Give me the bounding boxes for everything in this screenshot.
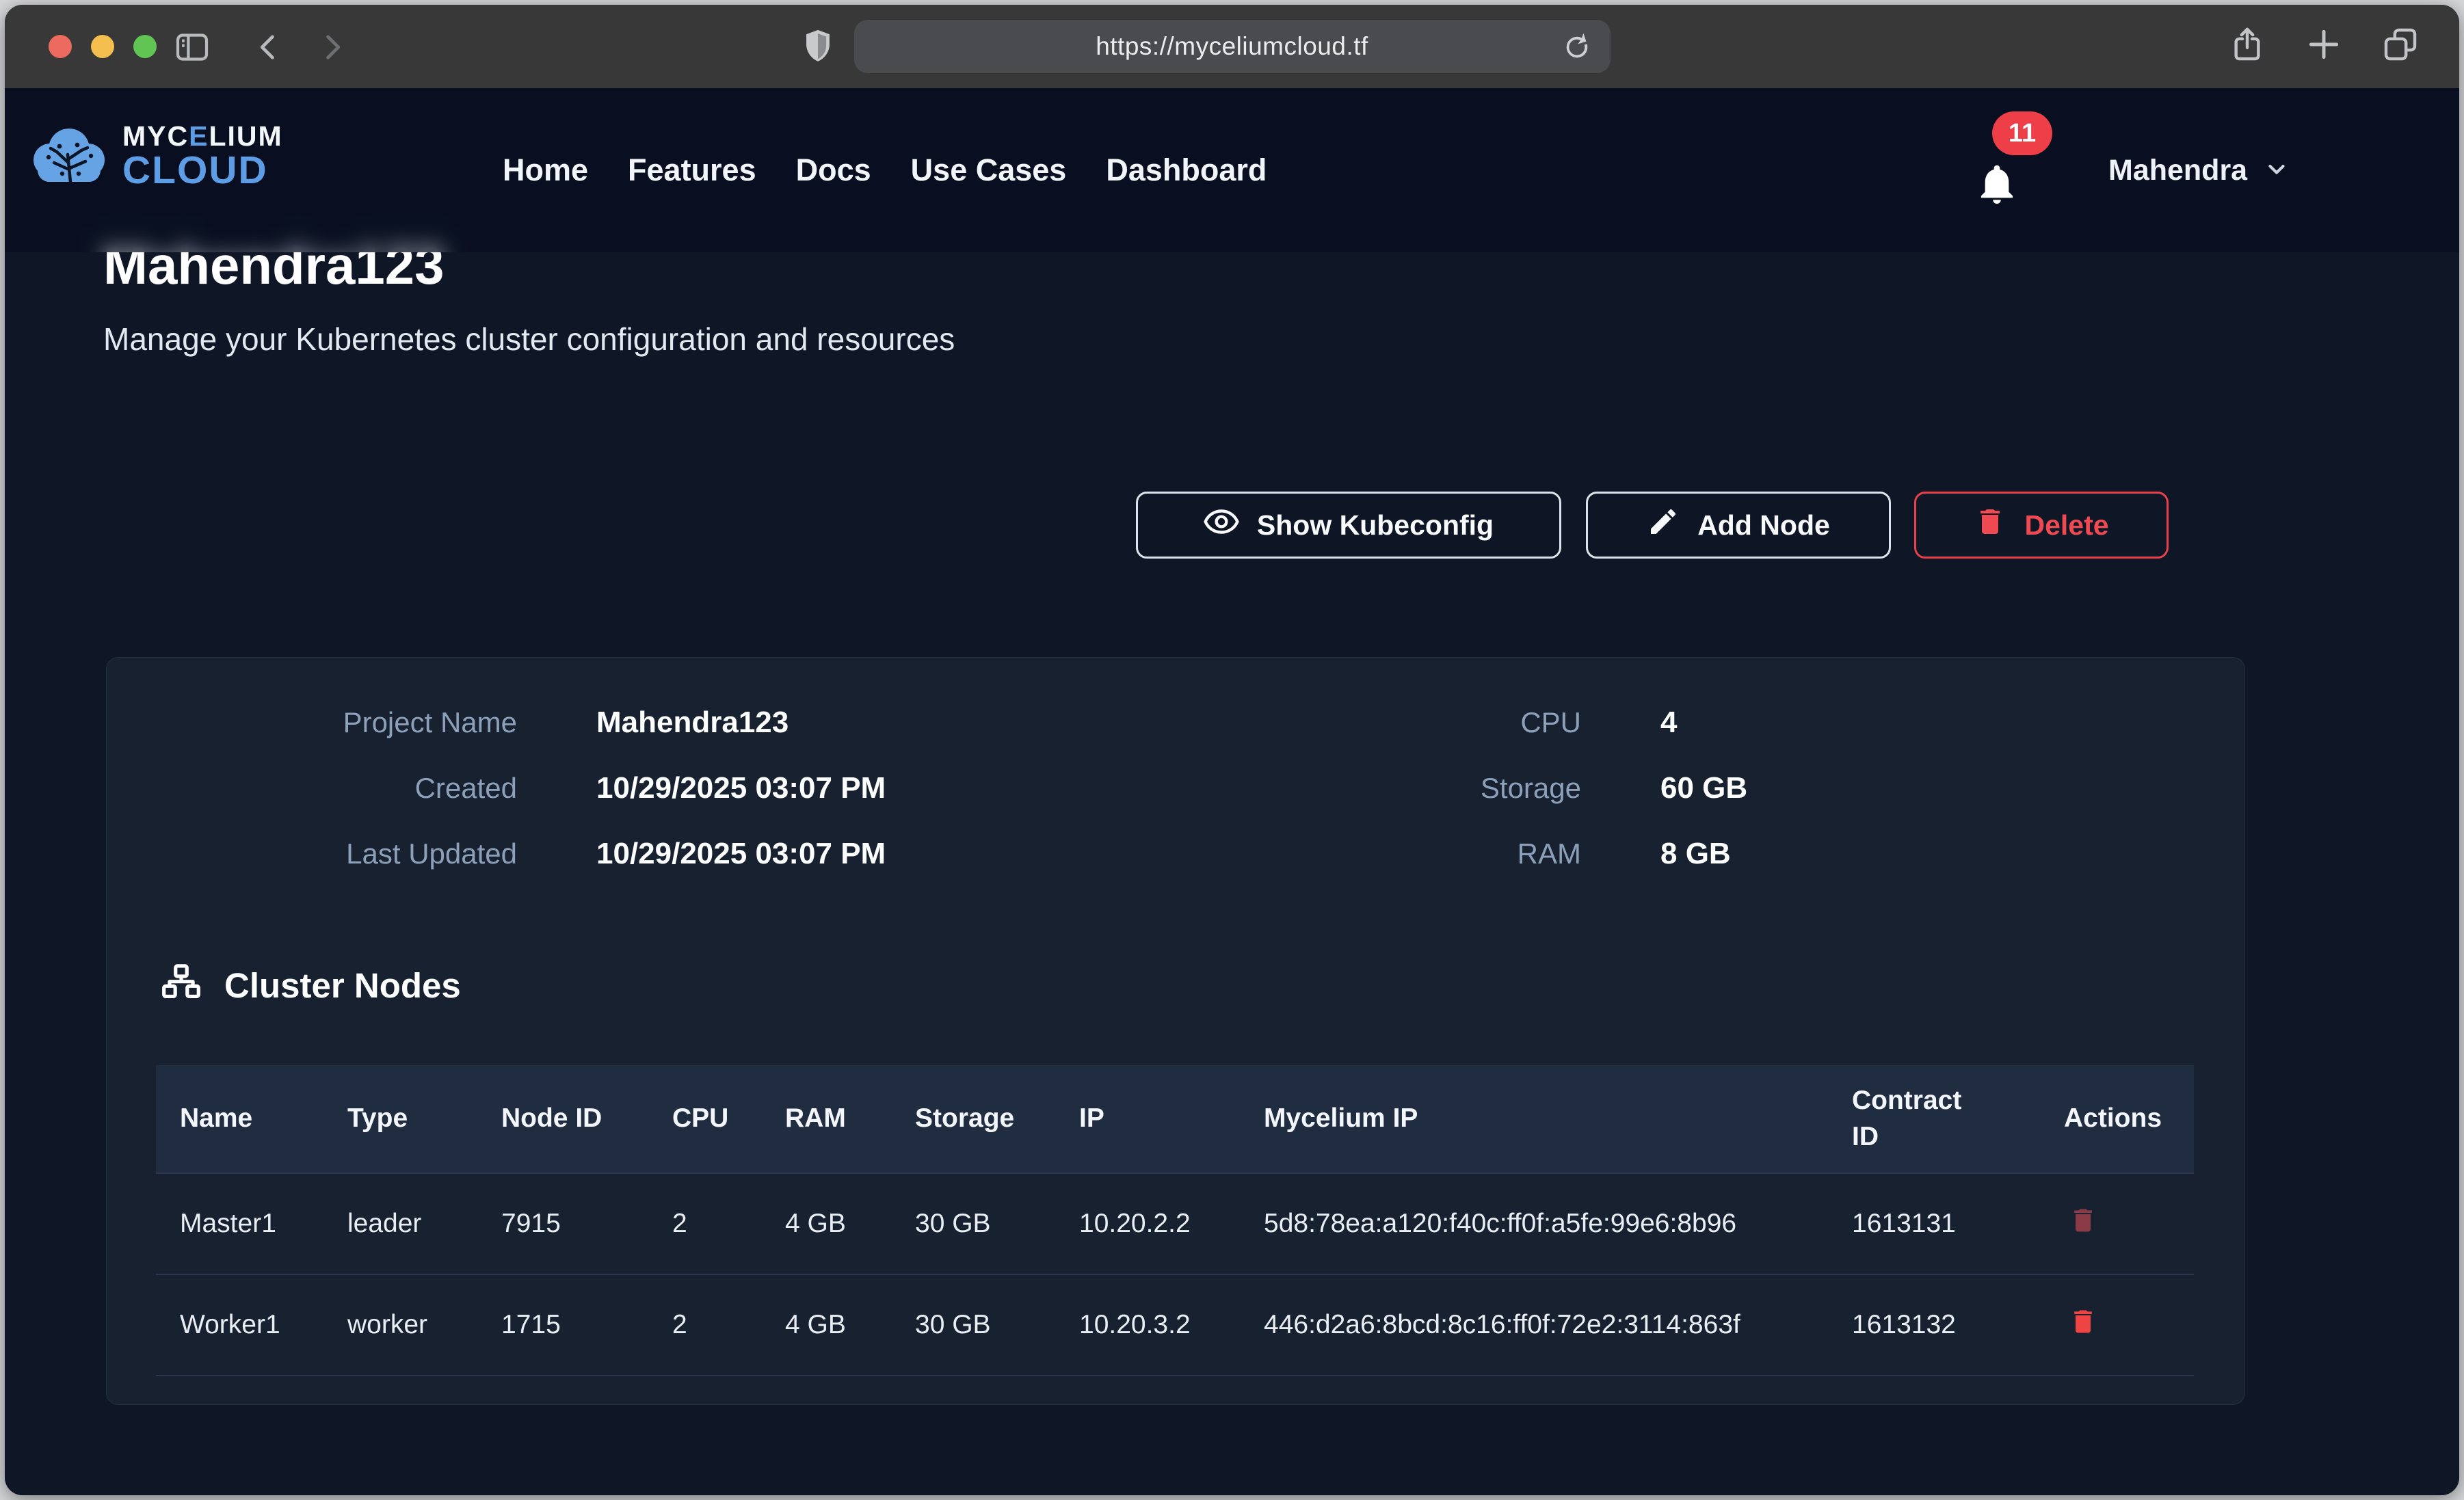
zoom-window-icon[interactable] bbox=[133, 35, 157, 58]
cell-contract-id: 1613131 bbox=[1828, 1173, 2040, 1274]
col-actions: Actions bbox=[2040, 1065, 2194, 1173]
ram-label: RAM bbox=[1369, 838, 1581, 870]
page-title-blurred: Mahendra123 bbox=[103, 235, 445, 252]
col-storage: Storage bbox=[891, 1065, 1055, 1173]
new-tab-icon[interactable] bbox=[2305, 25, 2343, 67]
user-menu[interactable]: Mahendra bbox=[2108, 88, 2290, 252]
brand-wordmark: MYCELIUM CLOUD bbox=[122, 122, 283, 191]
cell-storage: 30 GB bbox=[891, 1173, 1055, 1274]
last-updated-label: Last Updated bbox=[175, 838, 517, 870]
tab-overview-icon[interactable] bbox=[2381, 25, 2420, 67]
nav-link-docs[interactable]: Docs bbox=[796, 152, 871, 188]
cell-cpu: 2 bbox=[648, 1274, 761, 1376]
browser-window: https://myceliumcloud.tf bbox=[5, 5, 2459, 1495]
created-value: 10/29/2025 03:07 PM bbox=[596, 771, 886, 805]
storage-value: 60 GB bbox=[1660, 771, 1747, 805]
sidebar-toggle-icon[interactable] bbox=[173, 28, 211, 66]
storage-label: Storage bbox=[1369, 772, 1581, 805]
project-name-value: Mahendra123 bbox=[596, 706, 789, 740]
col-ip: IP bbox=[1055, 1065, 1240, 1173]
main-nav: Home Features Docs Use Cases Dashboard bbox=[503, 88, 1267, 252]
table-row-worker1: Worker1 worker 1715 2 4 GB 30 GB 10.20.3… bbox=[156, 1274, 2194, 1376]
cell-name: Worker1 bbox=[156, 1274, 323, 1376]
col-type: Type bbox=[323, 1065, 477, 1173]
cluster-overview-card: Project Name Mahendra123 Created 10/29/2… bbox=[106, 657, 2245, 1405]
back-icon[interactable] bbox=[251, 29, 287, 65]
add-node-button[interactable]: Add Node bbox=[1586, 492, 1891, 559]
reload-icon[interactable] bbox=[1561, 31, 1593, 66]
cell-mycelium-ip: 446:d2a6:8bcd:8c16:ff0f:72e2:3114:863f bbox=[1240, 1274, 1828, 1376]
close-window-icon[interactable] bbox=[49, 35, 72, 58]
cell-storage: 30 GB bbox=[891, 1274, 1055, 1376]
browser-toolbar: https://myceliumcloud.tf bbox=[5, 5, 2459, 88]
address-bar[interactable]: https://myceliumcloud.tf bbox=[854, 20, 1611, 73]
brand-logo[interactable]: MYCELIUM CLOUD bbox=[28, 120, 283, 193]
show-kubeconfig-label: Show Kubeconfig bbox=[1257, 509, 1494, 541]
trash-icon bbox=[1974, 505, 2006, 545]
minimize-window-icon[interactable] bbox=[91, 35, 114, 58]
col-ram: RAM bbox=[761, 1065, 891, 1173]
cell-ip: 10.20.3.2 bbox=[1055, 1274, 1240, 1376]
cell-ip: 10.20.2.2 bbox=[1055, 1173, 1240, 1274]
cell-name: Master1 bbox=[156, 1173, 323, 1274]
pencil-icon bbox=[1647, 505, 1680, 545]
delete-node-icon[interactable] bbox=[2064, 1201, 2102, 1242]
nav-link-home[interactable]: Home bbox=[503, 152, 588, 188]
nav-link-dashboard[interactable]: Dashboard bbox=[1106, 152, 1267, 188]
cell-type: worker bbox=[323, 1274, 477, 1376]
forward-icon[interactable] bbox=[314, 29, 349, 65]
ram-value: 8 GB bbox=[1660, 837, 1731, 871]
nav-link-use-cases[interactable]: Use Cases bbox=[911, 152, 1067, 188]
delete-node-icon[interactable] bbox=[2064, 1302, 2102, 1343]
project-name-label: Project Name bbox=[175, 706, 517, 739]
cell-mycelium-ip: 5d8:78ea:a120:f40c:ff0f:a5fe:99e6:8b96 bbox=[1240, 1173, 1828, 1274]
bell-icon[interactable] bbox=[1974, 162, 2019, 211]
mycelium-cloud-logo-icon bbox=[28, 120, 110, 193]
cell-contract-id: 1613132 bbox=[1828, 1274, 2040, 1376]
cluster-nodes-table: Name Type Node ID CPU RAM Storage IP Myc… bbox=[156, 1065, 2194, 1376]
cell-ram: 4 GB bbox=[761, 1274, 891, 1376]
nav-link-features[interactable]: Features bbox=[628, 152, 756, 188]
cpu-value: 4 bbox=[1660, 706, 1677, 740]
eye-icon bbox=[1204, 504, 1239, 546]
page-content: Mahendra123 Manage your Kubernetes clust… bbox=[5, 88, 2459, 1495]
notification-badge[interactable]: 11 bbox=[1992, 111, 2052, 155]
cell-node-id: 7915 bbox=[477, 1173, 648, 1274]
cell-cpu: 2 bbox=[648, 1173, 761, 1274]
cell-node-id: 1715 bbox=[477, 1274, 648, 1376]
overview-right-column: CPU 4 Storage 60 GB RAM 8 GB bbox=[1369, 706, 1747, 902]
show-kubeconfig-button[interactable]: Show Kubeconfig bbox=[1136, 492, 1561, 559]
col-mycelium-ip: Mycelium IP bbox=[1240, 1065, 1828, 1173]
cell-type: leader bbox=[323, 1173, 477, 1274]
col-contract-id: Contract ID bbox=[1828, 1065, 2040, 1173]
col-name: Name bbox=[156, 1065, 323, 1173]
cluster-nodes-icon bbox=[159, 961, 204, 1010]
site-header: Mahendra123 bbox=[5, 88, 2459, 252]
delete-cluster-button[interactable]: Delete bbox=[1914, 492, 2169, 559]
table-row-master1: Master1 leader 7915 2 4 GB 30 GB 10.20.2… bbox=[156, 1173, 2194, 1274]
add-node-label: Add Node bbox=[1697, 509, 1830, 541]
url-text: https://myceliumcloud.tf bbox=[1096, 32, 1368, 61]
shield-icon[interactable] bbox=[798, 27, 838, 66]
traffic-lights bbox=[49, 35, 157, 58]
created-label: Created bbox=[175, 772, 517, 805]
delete-label: Delete bbox=[2024, 509, 2108, 541]
cell-ram: 4 GB bbox=[761, 1173, 891, 1274]
user-name: Mahendra bbox=[2108, 154, 2247, 187]
cluster-nodes-heading: Cluster Nodes bbox=[159, 961, 461, 1010]
last-updated-value: 10/29/2025 03:07 PM bbox=[596, 837, 886, 871]
overview-left-column: Project Name Mahendra123 Created 10/29/2… bbox=[175, 706, 886, 902]
col-node-id: Node ID bbox=[477, 1065, 648, 1173]
chevron-down-icon bbox=[2264, 156, 2290, 185]
col-cpu: CPU bbox=[648, 1065, 761, 1173]
share-icon[interactable] bbox=[2228, 25, 2266, 67]
page-subtitle: Manage your Kubernetes cluster configura… bbox=[103, 321, 955, 358]
cpu-label: CPU bbox=[1369, 706, 1581, 739]
table-header-row: Name Type Node ID CPU RAM Storage IP Myc… bbox=[156, 1065, 2194, 1173]
